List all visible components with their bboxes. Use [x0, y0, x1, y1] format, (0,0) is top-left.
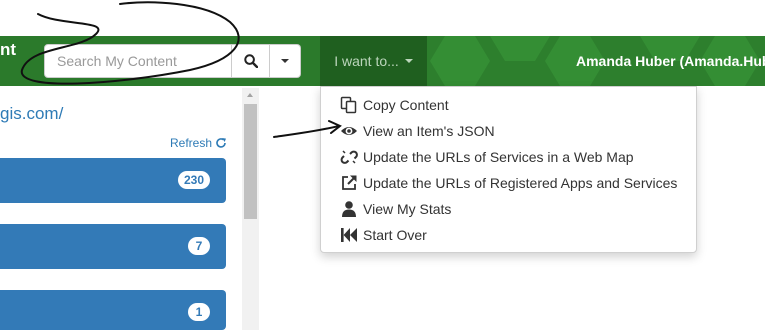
- portal-link[interactable]: gis.com/: [0, 104, 63, 124]
- search-group: [44, 44, 304, 78]
- content-folder-card[interactable]: 230: [0, 158, 226, 203]
- menu-item-label: View My Stats: [363, 201, 452, 217]
- content-folder-card[interactable]: 1: [0, 290, 226, 330]
- external-link-icon: [340, 174, 358, 192]
- navbar-pattern: [430, 36, 490, 86]
- scroll-up-arrow-icon[interactable]: [247, 93, 253, 97]
- user-icon: [340, 200, 358, 218]
- menu-item-label: View an Item's JSON: [363, 123, 495, 139]
- refresh-icon: [216, 138, 227, 148]
- refresh-label: Refresh: [170, 136, 213, 150]
- menu-item-label: Start Over: [363, 227, 427, 243]
- menu-item-update-web-map-urls[interactable]: Update the URLs of Services in a Web Map: [321, 144, 696, 170]
- user-menu[interactable]: Amanda Huber (Amanda.Huber: [576, 53, 765, 69]
- app-title: nt: [0, 40, 17, 59]
- menu-item-label: Copy Content: [363, 97, 449, 113]
- menu-item-copy-content[interactable]: Copy Content: [321, 92, 696, 118]
- left-panel-scrollbar[interactable]: [242, 88, 259, 330]
- menu-item-label: Update the URLs of Registered Apps and S…: [363, 175, 678, 191]
- i-want-to-menu-button[interactable]: I want to...: [320, 36, 427, 86]
- unlink-icon: [340, 148, 358, 166]
- fast-backward-icon: [340, 226, 358, 244]
- i-want-to-label: I want to...: [334, 53, 399, 69]
- count-badge: 1: [188, 303, 210, 321]
- search-button[interactable]: [232, 44, 270, 78]
- search-input[interactable]: [44, 44, 232, 78]
- navbar-pattern: [490, 36, 550, 61]
- copy-icon: [340, 96, 358, 114]
- count-badge: 230: [177, 171, 210, 189]
- chevron-down-icon: [281, 59, 289, 63]
- menu-item-update-registered-apps[interactable]: Update the URLs of Registered Apps and S…: [321, 170, 696, 196]
- chevron-down-icon: [404, 59, 413, 63]
- menu-item-start-over[interactable]: Start Over: [321, 222, 696, 248]
- menu-item-view-json[interactable]: View an Item's JSON: [321, 118, 696, 144]
- menu-item-view-stats[interactable]: View My Stats: [321, 196, 696, 222]
- menu-item-label: Update the URLs of Services in a Web Map: [363, 149, 634, 165]
- count-badge: 7: [188, 237, 210, 255]
- eye-icon: [340, 122, 358, 140]
- i-want-to-dropdown-menu: Copy Content View an Item's JSON Update …: [320, 86, 697, 253]
- refresh-link[interactable]: Refresh: [170, 136, 227, 150]
- search-options-button[interactable]: [270, 44, 301, 78]
- search-icon: [243, 54, 258, 68]
- scroll-thumb[interactable]: [244, 104, 257, 219]
- content-folder-card[interactable]: 7: [0, 224, 226, 269]
